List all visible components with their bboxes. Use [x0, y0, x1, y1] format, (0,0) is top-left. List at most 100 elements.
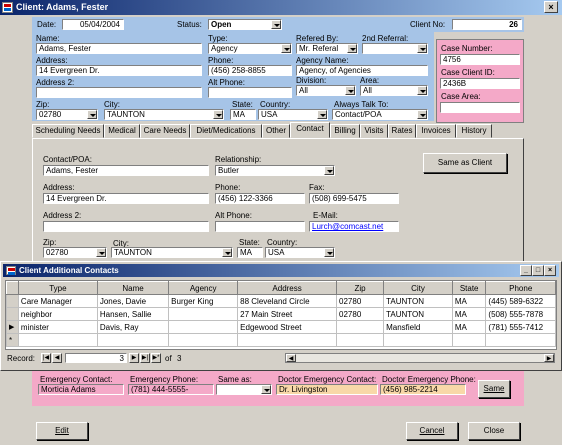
date-field[interactable]: 05/04/2004	[62, 19, 124, 30]
tab-history[interactable]: History	[456, 124, 492, 138]
table-cell[interactable]: minister	[17, 320, 98, 334]
contact-poa-field[interactable]: Adams, Fester	[43, 165, 209, 176]
record-number-field[interactable]: 3	[65, 353, 127, 363]
tab-scheduling-needs[interactable]: Scheduling Needs	[32, 124, 104, 138]
table-row[interactable]: Care Manager Jones, Davie Burger King 88…	[6, 294, 556, 308]
table-cell[interactable]	[168, 307, 239, 321]
city-dropdown[interactable]: TAUNTON	[104, 109, 224, 120]
email-field[interactable]: Lurch@comcast.net	[309, 221, 399, 232]
chevron-down-icon[interactable]	[222, 248, 232, 257]
emergency-phone-field[interactable]: (781) 444-5555-	[128, 384, 214, 395]
alt-phone-field[interactable]	[208, 87, 292, 98]
relationship-dropdown[interactable]: Butler	[215, 165, 335, 176]
same-as-dropdown[interactable]	[216, 384, 272, 395]
contact-city-dropdown[interactable]: TAUNTON	[111, 247, 233, 258]
close-window-button[interactable]: ×	[544, 1, 558, 13]
chevron-down-icon[interactable]	[96, 248, 106, 257]
contact-address-field[interactable]: 14 Evergreen Dr.	[43, 193, 209, 204]
next-record-icon[interactable]: ▶	[129, 353, 139, 363]
table-cell[interactable]: (781) 555-7412	[485, 320, 556, 334]
column-header[interactable]: Name	[96, 281, 170, 295]
doctor-emergency-contact-field[interactable]: Dr. Livingston	[276, 384, 378, 395]
emergency-contact-field[interactable]: Morticia Adams	[38, 384, 124, 395]
contact-alt-phone-field[interactable]	[215, 221, 305, 232]
tab-care-needs[interactable]: Care Needs	[140, 124, 190, 138]
chevron-down-icon[interactable]	[317, 110, 327, 119]
table-cell[interactable]: 27 Main Street	[237, 307, 338, 321]
address2-field[interactable]	[36, 87, 202, 98]
country-dropdown[interactable]: USA	[258, 109, 328, 120]
column-header[interactable]: City	[383, 281, 453, 295]
table-cell[interactable]: neighbor	[17, 307, 98, 321]
table-cell[interactable]: Davis, Ray	[96, 320, 170, 334]
chevron-down-icon[interactable]	[87, 110, 97, 119]
contact-zip-dropdown[interactable]: 02780	[43, 247, 107, 258]
table-cell[interactable]: TAUNTON	[383, 294, 453, 308]
table-cell[interactable]: (445) 589-6322	[485, 294, 556, 308]
contact-state-field[interactable]: MA	[237, 247, 263, 258]
state-field[interactable]: MA	[230, 109, 256, 120]
previous-record-icon[interactable]: ◀	[52, 353, 62, 363]
table-cell[interactable]: 02780	[336, 307, 385, 321]
table-row[interactable]: neighbor Hansen, Sallie 27 Main Street 0…	[6, 307, 556, 321]
column-header[interactable]: State	[451, 281, 487, 295]
always-talk-dropdown[interactable]: Contact/POA	[332, 109, 428, 120]
cancel-button[interactable]: Cancel	[406, 422, 458, 440]
column-header[interactable]: Address	[237, 281, 338, 295]
table-cell[interactable]: MA	[451, 307, 487, 321]
row-selector[interactable]	[6, 294, 19, 308]
table-cell[interactable]	[168, 320, 239, 334]
tab-billing[interactable]: Billing	[330, 124, 360, 138]
chevron-down-icon[interactable]	[271, 20, 281, 29]
new-record-icon[interactable]: *	[6, 333, 19, 347]
table-row[interactable]: ▶ minister Davis, Ray Edgewood Street Ma…	[6, 320, 556, 334]
doctor-emergency-phone-field[interactable]: (456) 985-2214	[380, 384, 466, 395]
column-header[interactable]: Phone	[485, 281, 556, 295]
minimize-button[interactable]: _	[520, 265, 532, 276]
maximize-button[interactable]: □	[532, 265, 544, 276]
table-cell[interactable]: TAUNTON	[383, 307, 453, 321]
table-cell[interactable]: MA	[451, 294, 487, 308]
tab-medical[interactable]: Medical	[104, 124, 140, 138]
same-button[interactable]: Same	[478, 380, 510, 398]
name-field[interactable]: Adams, Fester	[36, 43, 202, 54]
chevron-down-icon[interactable]	[213, 110, 223, 119]
chevron-down-icon[interactable]	[417, 86, 427, 95]
table-cell[interactable]: 02780	[336, 294, 385, 308]
table-cell[interactable]: Mansfield	[383, 320, 453, 334]
chevron-down-icon[interactable]	[345, 86, 355, 95]
close-subwindow-button[interactable]: ×	[544, 265, 556, 276]
last-record-icon[interactable]: ▶|	[140, 353, 150, 363]
tab-visits[interactable]: Visits	[360, 124, 388, 138]
first-record-icon[interactable]: |◀	[41, 353, 51, 363]
chevron-down-icon[interactable]	[324, 248, 334, 257]
status-dropdown[interactable]: Open	[208, 19, 282, 30]
chevron-down-icon[interactable]	[347, 44, 357, 53]
table-cell[interactable]: Jones, Davie	[96, 294, 170, 308]
scroll-right-icon[interactable]: ▶	[544, 354, 554, 362]
zip-dropdown[interactable]: 02780	[36, 109, 98, 120]
tab-diet-medications[interactable]: Diet/Medications	[190, 124, 262, 138]
contact-address2-field[interactable]	[43, 221, 209, 232]
phone-field[interactable]: (456) 258-8855	[208, 65, 292, 76]
agency-name-field[interactable]: Agency, of Agencies	[296, 65, 428, 76]
edit-button[interactable]: Edit	[36, 422, 88, 440]
horizontal-scrollbar[interactable]: ◀ ▶	[285, 353, 555, 363]
referred-by-dropdown[interactable]: Mr. Referal	[296, 43, 358, 54]
table-cell[interactable]: Edgewood Street	[237, 320, 338, 334]
chevron-down-icon[interactable]	[281, 44, 291, 53]
tab-other[interactable]: Other	[262, 124, 290, 138]
case-area-field[interactable]	[440, 102, 520, 113]
type-dropdown[interactable]: Agency	[208, 43, 292, 54]
case-number-field[interactable]: 4756	[440, 54, 520, 65]
tab-rates[interactable]: Rates	[388, 124, 416, 138]
area-dropdown[interactable]: All	[360, 85, 428, 96]
close-button[interactable]: Close	[468, 422, 520, 440]
second-referral-dropdown[interactable]	[362, 43, 428, 54]
fax-field[interactable]: (508) 699-5475	[309, 193, 399, 204]
row-selector[interactable]	[6, 307, 19, 321]
new-record-row[interactable]: *	[6, 333, 556, 347]
tab-invoices[interactable]: Invoices	[416, 124, 456, 138]
chevron-down-icon[interactable]	[417, 44, 427, 53]
column-header[interactable]: Zip	[336, 281, 385, 295]
